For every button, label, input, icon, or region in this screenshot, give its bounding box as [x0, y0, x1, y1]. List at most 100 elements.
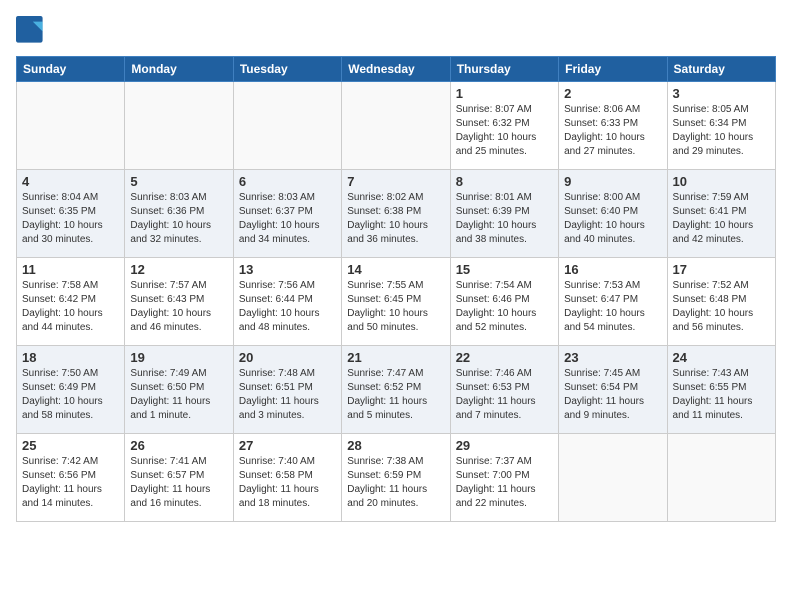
- day-info: Sunrise: 8:07 AM Sunset: 6:32 PM Dayligh…: [456, 103, 553, 159]
- calendar-week-row: 4 Sunrise: 8:04 AM Sunset: 6:35 PM Daylig…: [17, 170, 776, 258]
- calendar-cell: [233, 82, 341, 170]
- day-number: 15: [456, 262, 553, 277]
- day-number: 9: [564, 174, 661, 189]
- day-of-week-header: Monday: [125, 57, 233, 82]
- day-number: 23: [564, 350, 661, 365]
- day-info: Sunrise: 8:03 AM Sunset: 6:37 PM Dayligh…: [239, 191, 336, 247]
- calendar-week-row: 1 Sunrise: 8:07 AM Sunset: 6:32 PM Daylig…: [17, 82, 776, 170]
- calendar-cell: 15Sunrise: 7:54 AM Sunset: 6:46 PM Dayli…: [450, 258, 558, 346]
- day-info: Sunrise: 7:42 AM Sunset: 6:56 PM Dayligh…: [22, 455, 119, 511]
- day-info: Sunrise: 7:43 AM Sunset: 6:55 PM Dayligh…: [673, 367, 770, 423]
- calendar: SundayMondayTuesdayWednesdayThursdayFrid…: [16, 56, 776, 522]
- calendar-week-row: 11 Sunrise: 7:58 AM Sunset: 6:42 PM Dayli…: [17, 258, 776, 346]
- calendar-cell: 25 Sunrise: 7:42 AM Sunset: 6:56 PM Dayli…: [17, 434, 125, 522]
- day-info: Sunrise: 7:49 AM Sunset: 6:50 PM Dayligh…: [130, 367, 227, 423]
- day-info: Sunrise: 7:48 AM Sunset: 6:51 PM Dayligh…: [239, 367, 336, 423]
- calendar-cell: 26Sunrise: 7:41 AM Sunset: 6:57 PM Dayli…: [125, 434, 233, 522]
- calendar-cell: 9 Sunrise: 8:00 AM Sunset: 6:40 PM Daylig…: [559, 170, 667, 258]
- day-of-week-header: Tuesday: [233, 57, 341, 82]
- day-info: Sunrise: 7:40 AM Sunset: 6:58 PM Dayligh…: [239, 455, 336, 511]
- day-info: Sunrise: 7:52 AM Sunset: 6:48 PM Dayligh…: [673, 279, 770, 335]
- day-number: 26: [130, 438, 227, 453]
- day-info: Sunrise: 8:06 AM Sunset: 6:33 PM Dayligh…: [564, 103, 661, 159]
- day-number: 29: [456, 438, 553, 453]
- day-info: Sunrise: 7:45 AM Sunset: 6:54 PM Dayligh…: [564, 367, 661, 423]
- calendar-cell: [342, 82, 450, 170]
- calendar-cell: 13 Sunrise: 7:56 AM Sunset: 6:44 PM Dayli…: [233, 258, 341, 346]
- day-info: Sunrise: 7:37 AM Sunset: 7:00 PM Dayligh…: [456, 455, 553, 511]
- day-of-week-header: Wednesday: [342, 57, 450, 82]
- day-info: Sunrise: 7:50 AM Sunset: 6:49 PM Dayligh…: [22, 367, 119, 423]
- logo-icon: [16, 16, 44, 44]
- day-number: 1: [456, 86, 553, 101]
- calendar-cell: 18 Sunrise: 7:50 AM Sunset: 6:49 PM Dayli…: [17, 346, 125, 434]
- day-number: 10: [673, 174, 770, 189]
- calendar-cell: 23 Sunrise: 7:45 AM Sunset: 6:54 PM Dayli…: [559, 346, 667, 434]
- day-info: Sunrise: 7:56 AM Sunset: 6:44 PM Dayligh…: [239, 279, 336, 335]
- calendar-cell: 17 Sunrise: 7:52 AM Sunset: 6:48 PM Dayli…: [667, 258, 775, 346]
- day-number: 21: [347, 350, 444, 365]
- day-info: Sunrise: 7:57 AM Sunset: 6:43 PM Dayligh…: [130, 279, 227, 335]
- day-number: 13: [239, 262, 336, 277]
- calendar-cell: 29 Sunrise: 7:37 AM Sunset: 7:00 PM Dayli…: [450, 434, 558, 522]
- day-number: 16: [564, 262, 661, 277]
- calendar-cell: 11 Sunrise: 7:58 AM Sunset: 6:42 PM Dayli…: [17, 258, 125, 346]
- calendar-cell: 28 Sunrise: 7:38 AM Sunset: 6:59 PM Dayli…: [342, 434, 450, 522]
- day-number: 17: [673, 262, 770, 277]
- calendar-cell: 16Sunrise: 7:53 AM Sunset: 6:47 PM Dayli…: [559, 258, 667, 346]
- calendar-cell: 24 Sunrise: 7:43 AM Sunset: 6:55 PM Dayli…: [667, 346, 775, 434]
- calendar-cell: [559, 434, 667, 522]
- day-number: 20: [239, 350, 336, 365]
- day-number: 3: [673, 86, 770, 101]
- calendar-cell: 5 Sunrise: 8:03 AM Sunset: 6:36 PM Daylig…: [125, 170, 233, 258]
- day-info: Sunrise: 8:04 AM Sunset: 6:35 PM Dayligh…: [22, 191, 119, 247]
- logo: [16, 16, 48, 44]
- day-info: Sunrise: 7:58 AM Sunset: 6:42 PM Dayligh…: [22, 279, 119, 335]
- calendar-cell: 7Sunrise: 8:02 AM Sunset: 6:38 PM Daylig…: [342, 170, 450, 258]
- day-number: 8: [456, 174, 553, 189]
- day-number: 18: [22, 350, 119, 365]
- day-number: 25: [22, 438, 119, 453]
- day-of-week-header: Thursday: [450, 57, 558, 82]
- day-number: 4: [22, 174, 119, 189]
- day-number: 6: [239, 174, 336, 189]
- calendar-cell: 21 Sunrise: 7:47 AM Sunset: 6:52 PM Dayli…: [342, 346, 450, 434]
- page-header: [16, 16, 776, 44]
- day-info: Sunrise: 7:38 AM Sunset: 6:59 PM Dayligh…: [347, 455, 444, 511]
- calendar-header-row: SundayMondayTuesdayWednesdayThursdayFrid…: [17, 57, 776, 82]
- day-info: Sunrise: 8:05 AM Sunset: 6:34 PM Dayligh…: [673, 103, 770, 159]
- calendar-cell: 27Sunrise: 7:40 AM Sunset: 6:58 PM Dayli…: [233, 434, 341, 522]
- calendar-cell: [667, 434, 775, 522]
- calendar-week-row: 25 Sunrise: 7:42 AM Sunset: 6:56 PM Dayli…: [17, 434, 776, 522]
- day-number: 22: [456, 350, 553, 365]
- day-info: Sunrise: 7:59 AM Sunset: 6:41 PM Dayligh…: [673, 191, 770, 247]
- day-info: Sunrise: 7:55 AM Sunset: 6:45 PM Dayligh…: [347, 279, 444, 335]
- day-number: 5: [130, 174, 227, 189]
- calendar-cell: 4 Sunrise: 8:04 AM Sunset: 6:35 PM Daylig…: [17, 170, 125, 258]
- day-number: 11: [22, 262, 119, 277]
- day-info: Sunrise: 8:00 AM Sunset: 6:40 PM Dayligh…: [564, 191, 661, 247]
- calendar-cell: 8 Sunrise: 8:01 AM Sunset: 6:39 PM Daylig…: [450, 170, 558, 258]
- day-info: Sunrise: 7:46 AM Sunset: 6:53 PM Dayligh…: [456, 367, 553, 423]
- day-info: Sunrise: 8:03 AM Sunset: 6:36 PM Dayligh…: [130, 191, 227, 247]
- calendar-cell: 1 Sunrise: 8:07 AM Sunset: 6:32 PM Daylig…: [450, 82, 558, 170]
- calendar-cell: 10 Sunrise: 7:59 AM Sunset: 6:41 PM Dayli…: [667, 170, 775, 258]
- day-info: Sunrise: 7:47 AM Sunset: 6:52 PM Dayligh…: [347, 367, 444, 423]
- calendar-cell: 22 Sunrise: 7:46 AM Sunset: 6:53 PM Dayli…: [450, 346, 558, 434]
- calendar-cell: 14Sunrise: 7:55 AM Sunset: 6:45 PM Dayli…: [342, 258, 450, 346]
- calendar-cell: 2Sunrise: 8:06 AM Sunset: 6:33 PM Daylig…: [559, 82, 667, 170]
- day-number: 24: [673, 350, 770, 365]
- calendar-cell: 19Sunrise: 7:49 AM Sunset: 6:50 PM Dayli…: [125, 346, 233, 434]
- day-number: 28: [347, 438, 444, 453]
- calendar-cell: 20 Sunrise: 7:48 AM Sunset: 6:51 PM Dayli…: [233, 346, 341, 434]
- day-of-week-header: Friday: [559, 57, 667, 82]
- calendar-cell: [125, 82, 233, 170]
- calendar-week-row: 18 Sunrise: 7:50 AM Sunset: 6:49 PM Dayli…: [17, 346, 776, 434]
- calendar-cell: [17, 82, 125, 170]
- day-info: Sunrise: 8:01 AM Sunset: 6:39 PM Dayligh…: [456, 191, 553, 247]
- day-number: 12: [130, 262, 227, 277]
- calendar-cell: 3 Sunrise: 8:05 AM Sunset: 6:34 PM Daylig…: [667, 82, 775, 170]
- day-of-week-header: Sunday: [17, 57, 125, 82]
- day-info: Sunrise: 8:02 AM Sunset: 6:38 PM Dayligh…: [347, 191, 444, 247]
- calendar-cell: 6 Sunrise: 8:03 AM Sunset: 6:37 PM Daylig…: [233, 170, 341, 258]
